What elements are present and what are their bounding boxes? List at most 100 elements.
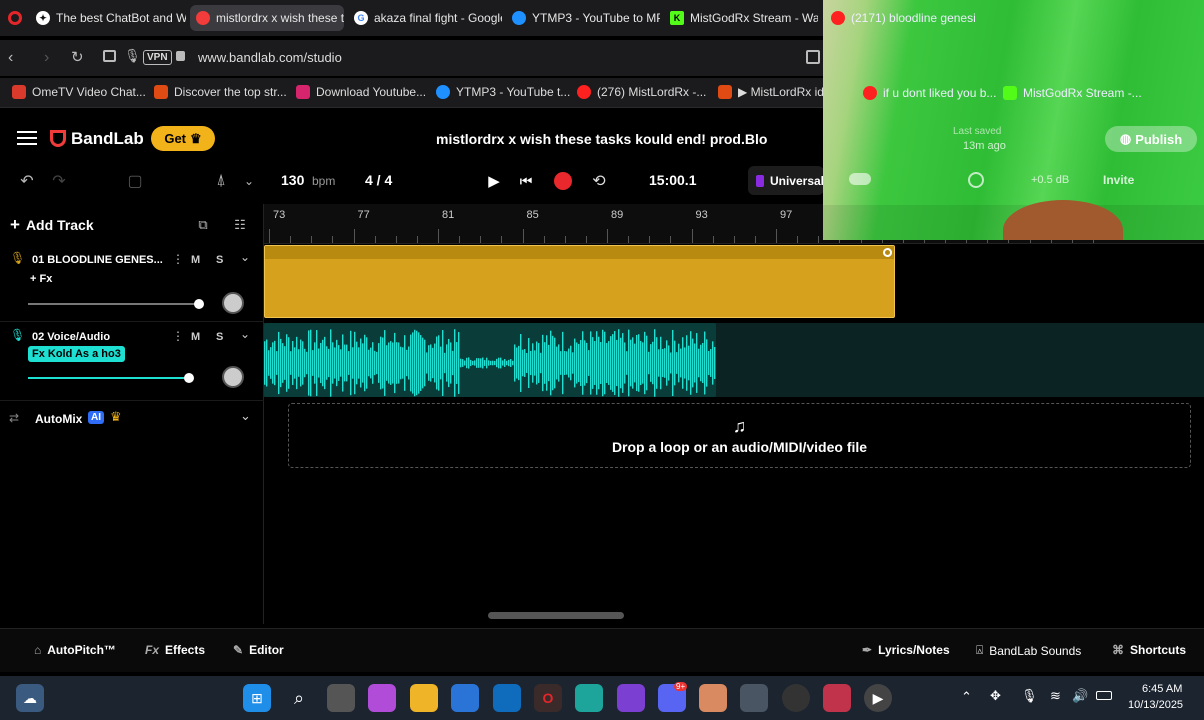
vpn-badge[interactable]: VPN	[143, 50, 172, 65]
invite-button[interactable]: Invite	[1103, 173, 1134, 187]
play-button[interactable]: ▶	[481, 168, 507, 194]
add-track-button[interactable]: + Add Track	[10, 214, 94, 236]
copilot-icon[interactable]	[368, 684, 396, 712]
recorder-icon[interactable]	[823, 684, 851, 712]
chevron-down-icon[interactable]: ⌄	[240, 250, 250, 264]
bookmark-ytmp3[interactable]: YTMP3 - YouTube t...	[436, 85, 570, 99]
pan-knob[interactable]	[222, 292, 244, 314]
record-button[interactable]	[554, 172, 572, 190]
undo-icon[interactable]: ↶	[14, 168, 40, 194]
drop-zone[interactable]: ♫ Drop a loop or an audio/MIDI/video fil…	[288, 403, 1191, 468]
opera-logo-icon[interactable]	[8, 11, 22, 25]
automix-row[interactable]: ⇄ AutoMix AI ♛ ⌄	[0, 400, 264, 436]
tab-bandlab[interactable]: mistlordrx x wish these ta	[190, 5, 344, 31]
volume-thumb[interactable]	[184, 373, 194, 383]
microphone-icon[interactable]: 🎙	[10, 251, 25, 265]
bookmark-discover[interactable]: Discover the top str...	[154, 85, 287, 99]
lyrics-notes-button[interactable]: ✒ Lyrics/Notes	[862, 643, 950, 657]
solo-button[interactable]: S	[216, 254, 223, 266]
bpm-value[interactable]: 130	[281, 172, 304, 188]
horizontal-scrollbar[interactable]	[488, 612, 624, 619]
clock-date[interactable]: 10/13/2025	[1128, 699, 1183, 711]
reload-icon[interactable]: ↻	[71, 48, 84, 66]
audio-region-voice[interactable]	[264, 323, 716, 397]
file-explorer-icon[interactable]	[410, 684, 438, 712]
back-icon[interactable]: ‹	[8, 49, 13, 67]
track-name[interactable]: 01 BLOODLINE GENES...	[32, 254, 163, 266]
time-signature[interactable]: 4 / 4	[365, 172, 392, 188]
metronome-icon[interactable]: ⍋	[208, 168, 234, 194]
app-face-icon[interactable]	[699, 684, 727, 712]
search-icon[interactable]: ⌕	[285, 684, 313, 712]
project-title[interactable]: mistlordrx x wish these tasks kould end!…	[436, 131, 767, 147]
screenshot-icon[interactable]	[806, 50, 820, 64]
volume-slider[interactable]	[28, 377, 188, 379]
editor-button[interactable]: ✎ Editor	[233, 643, 284, 657]
audio-region-bloodline[interactable]	[264, 245, 895, 318]
mute-button[interactable]: M	[191, 254, 200, 266]
region-loop-icon[interactable]	[883, 248, 892, 257]
camera-icon[interactable]	[740, 684, 768, 712]
tray-mic-icon[interactable]: 🎙	[1021, 688, 1038, 704]
loop-button[interactable]: ⟲	[586, 168, 612, 194]
bookmark-mistgodrx[interactable]: MistGodRx Stream -...	[1003, 86, 1142, 100]
url-text[interactable]: www.bandlab.com/studio	[198, 50, 342, 65]
media-player-icon[interactable]: ▶	[864, 684, 892, 712]
bookmark-if-u-dont[interactable]: if u dont liked you b...	[863, 86, 996, 100]
edge-icon[interactable]	[575, 684, 603, 712]
mic-icon[interactable]: 🎙	[124, 48, 141, 64]
hamburger-menu-icon[interactable]	[17, 131, 37, 145]
get-membership-button[interactable]: Get ♛	[151, 126, 215, 151]
task-view-icon[interactable]	[327, 684, 355, 712]
reader-icon[interactable]	[103, 50, 116, 62]
battery-icon[interactable]	[1096, 691, 1112, 700]
metronome-dropdown-icon[interactable]: ⌄	[240, 168, 258, 194]
track-lanes[interactable]: ♫ Drop a loop or an audio/MIDI/video fil…	[264, 245, 1204, 625]
fx-button[interactable]: + Fx	[30, 273, 52, 285]
bookmark-ometv[interactable]: OmeTV Video Chat...	[12, 85, 146, 99]
mute-button[interactable]: M	[191, 331, 200, 343]
forward-icon[interactable]: ›	[44, 49, 49, 67]
save-icon[interactable]: ▢	[122, 168, 148, 194]
volume-thumb[interactable]	[194, 299, 204, 309]
wifi-icon[interactable]: ≋	[1050, 688, 1061, 704]
tools-icon[interactable]: ☷	[229, 214, 251, 236]
solo-button[interactable]: S	[216, 331, 223, 343]
fx-chip[interactable]: Fx Kold As a ho3	[28, 346, 125, 362]
tab-ytmp3[interactable]: YTMP3 - YouTube to MP3	[506, 5, 660, 31]
key-selector[interactable]: Universal	[748, 166, 824, 195]
track-name[interactable]: 02 Voice/Audio	[32, 331, 110, 343]
bookmark-download-youtube[interactable]: Download Youtube...	[296, 85, 426, 99]
windows-start-icon[interactable]: ⊞	[243, 684, 271, 712]
brand-name[interactable]: BandLab	[71, 129, 144, 149]
chevron-down-icon[interactable]: ⌄	[240, 327, 250, 341]
tab-chatbot[interactable]: ✦ The best ChatBot and Wid	[30, 5, 186, 31]
clock-time[interactable]: 6:45 AM	[1142, 683, 1182, 695]
tab-kick-stream[interactable]: KMistGodRx Stream - Watch	[664, 5, 818, 31]
track-header[interactable]: 🎙 01 BLOODLINE GENES... ⋮ M S ⌄ + Fx	[0, 245, 264, 322]
weather-icon[interactable]: ☁	[16, 684, 44, 712]
redo-icon[interactable]: ↷	[46, 168, 72, 194]
store-icon[interactable]	[451, 684, 479, 712]
microphone-icon[interactable]: 🎙	[10, 328, 25, 342]
bandlab-sounds-button[interactable]: ⍓ BandLab Sounds	[976, 643, 1081, 658]
track-header[interactable]: 🎙 02 Voice/Audio ⋮ M S ⌄ Fx Kold As a ho…	[0, 322, 264, 399]
pan-knob[interactable]	[222, 366, 244, 388]
outlook-icon[interactable]	[493, 684, 521, 712]
bookmark-mistlordrx[interactable]: (276) MistLordRx -...	[577, 85, 706, 99]
master-volume-knob[interactable]	[968, 172, 984, 188]
tray-chevron-icon[interactable]: ⌃	[961, 689, 972, 705]
volume-slider[interactable]	[28, 303, 200, 305]
rewind-button[interactable]: ⏮	[513, 168, 539, 194]
link-icon[interactable]: ⧉	[192, 214, 214, 236]
chevron-down-icon[interactable]: ⌄	[240, 408, 251, 424]
obs-icon[interactable]	[782, 684, 810, 712]
mix-toggle[interactable]	[849, 173, 871, 185]
track-more-icon[interactable]: ⋮	[172, 252, 184, 266]
autopitch-button[interactable]: ⌂ AutoPitch™	[34, 643, 116, 657]
tab-bloodline-overlay[interactable]: (2171) bloodline genesis	[825, 5, 975, 31]
clapper-icon[interactable]	[617, 684, 645, 712]
effects-button[interactable]: Fx Effects	[145, 643, 205, 657]
tray-app-icon[interactable]: ✥	[990, 688, 1001, 704]
volume-icon[interactable]: 🔊	[1072, 688, 1088, 704]
